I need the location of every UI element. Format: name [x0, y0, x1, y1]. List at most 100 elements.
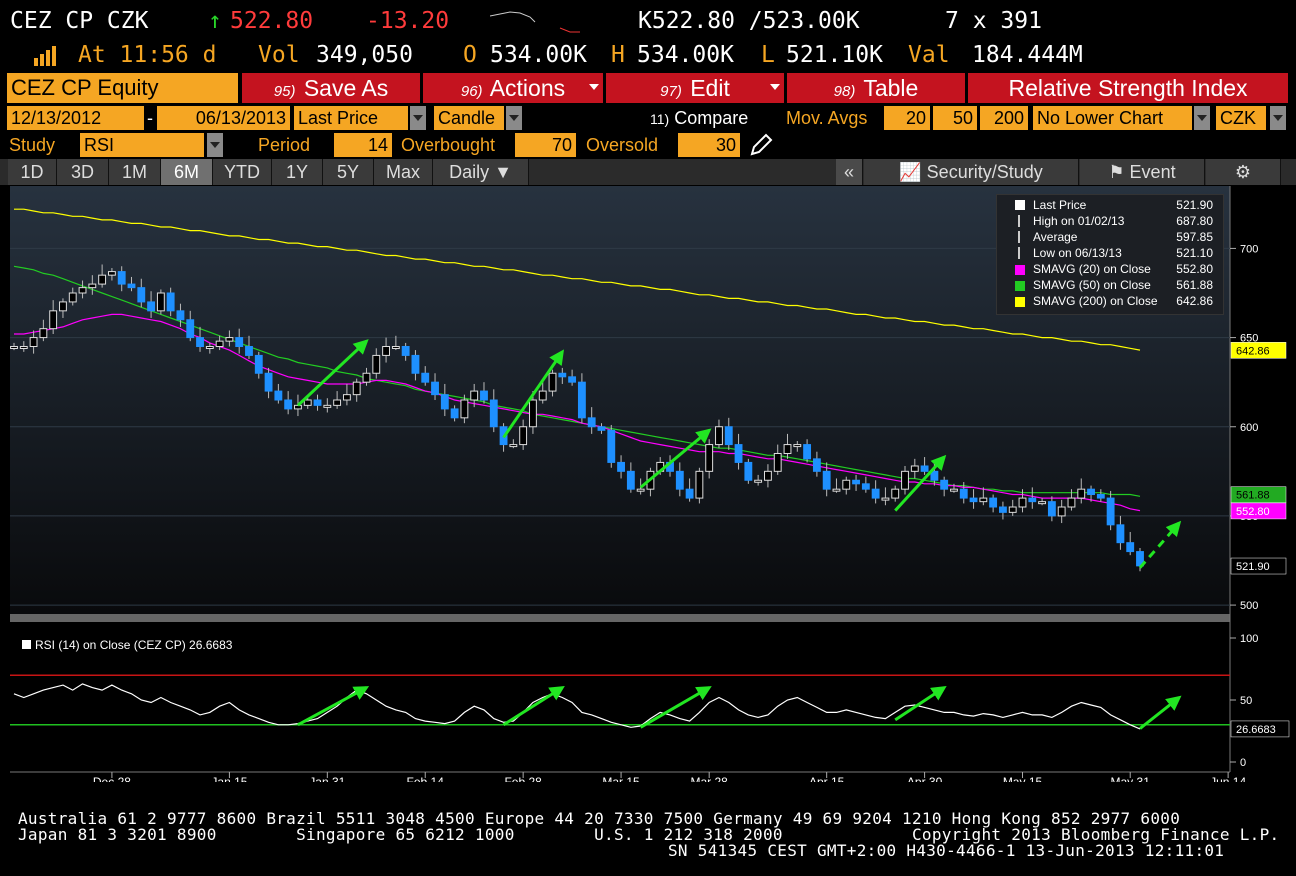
sma20-tag-label: 552.80 — [1236, 506, 1270, 518]
footer-line-3: SN 541345 CEST GMT+2:00 H430-4466-1 13-J… — [668, 841, 1225, 860]
candle — [88, 283, 97, 289]
last-price: 522.80 — [230, 8, 314, 34]
pencil-icon[interactable] — [748, 132, 774, 158]
actions-button[interactable]: 96) Actions — [423, 73, 603, 103]
candle — [342, 394, 351, 401]
save-as-button[interactable]: 95) Save As — [242, 73, 420, 103]
ma-period-3[interactable]: 200 — [980, 106, 1028, 130]
candle — [832, 488, 841, 492]
candle — [440, 394, 449, 410]
candle — [391, 346, 400, 349]
compare-button[interactable]: 11) Compare — [650, 106, 748, 131]
tab-5y[interactable]: 5Y — [323, 159, 374, 185]
frequency-select[interactable]: Daily ▼ — [433, 159, 529, 185]
candle — [107, 271, 116, 276]
study-dropdown-icon[interactable] — [207, 133, 223, 157]
edit-button[interactable]: 97) Edit — [606, 73, 784, 103]
period-field[interactable]: 14 — [334, 133, 392, 157]
candle — [450, 408, 459, 419]
rsi-tag-label: 26.6683 — [1236, 724, 1276, 736]
candle — [137, 287, 146, 303]
candle — [910, 465, 919, 472]
legend-swatch — [1015, 281, 1025, 291]
period-label: Period — [258, 135, 311, 155]
price-field-select[interactable]: Last Price — [294, 106, 408, 130]
low-label: L — [761, 42, 775, 68]
date-tick-label: Feb 14 — [407, 775, 445, 782]
rsi-legend-swatch — [22, 640, 31, 649]
date-tick-label: Jan 15 — [211, 775, 247, 782]
currency-select[interactable]: CZK — [1216, 106, 1266, 130]
candle — [626, 470, 635, 490]
legend-value: 687.80 — [1176, 214, 1213, 228]
legend-swatch — [1018, 215, 1020, 227]
candle — [68, 292, 77, 303]
candle — [1028, 497, 1037, 503]
candle — [773, 453, 782, 472]
tab-ytd[interactable]: YTD — [213, 159, 272, 185]
currency-dropdown-icon[interactable] — [1270, 106, 1286, 130]
legend-swatch — [1015, 297, 1025, 307]
lower-chart-select[interactable]: No Lower Chart — [1033, 106, 1192, 130]
date-tick-label: Jun 14 — [1210, 775, 1246, 782]
candle — [529, 399, 537, 428]
candle — [215, 340, 224, 347]
candle — [568, 376, 577, 383]
candle — [822, 470, 831, 490]
table-button[interactable]: 98) Table — [787, 73, 965, 103]
candle — [411, 354, 420, 374]
end-date-field[interactable]: 06/13/2013 — [157, 106, 290, 130]
ma-period-1[interactable]: 20 — [884, 106, 930, 130]
tab-6m[interactable]: 6M — [161, 159, 213, 185]
oversold-field[interactable]: 30 — [678, 133, 740, 157]
tab-1m[interactable]: 1M — [109, 159, 161, 185]
legend-box[interactable]: Last Price 521.90 High on 01/02/13 687.80 Av… — [996, 194, 1224, 315]
chart-style-select[interactable]: Candle — [434, 106, 504, 130]
ticker-name: CEZ CP CZK — [10, 8, 149, 34]
candle — [460, 399, 469, 419]
tab-3d[interactable]: 3D — [57, 159, 109, 185]
candle — [617, 461, 625, 472]
event-button[interactable]: ⚑ Event — [1080, 159, 1205, 185]
mov-avgs-label: Mov. Avgs — [786, 108, 868, 128]
table-shortcut: 98) — [833, 83, 856, 100]
legend-value: 561.88 — [1176, 278, 1213, 292]
tab-max[interactable]: Max — [374, 159, 433, 185]
candle — [803, 444, 812, 460]
candle — [176, 310, 185, 321]
value-traded: 184.444M — [972, 42, 1083, 68]
candle — [793, 444, 802, 448]
start-date-field[interactable]: 12/13/2012 — [7, 106, 144, 130]
legend-value: 597.85 — [1176, 230, 1213, 244]
chart-line-icon: 📈 — [899, 162, 927, 182]
chart-style-dropdown-icon[interactable] — [506, 106, 522, 130]
candle — [431, 381, 439, 396]
actions-label: Actions — [489, 75, 566, 101]
settings-gear-icon[interactable]: ⚙ — [1206, 159, 1281, 185]
date-range-dash: - — [147, 108, 153, 128]
value-label: Val — [908, 42, 950, 68]
lower-chart-dropdown-icon[interactable] — [1194, 106, 1210, 130]
candle — [401, 346, 410, 356]
legend-row: Low on 06/13/13 521.10 — [1001, 246, 1219, 262]
rsi-tick-label: 0 — [1240, 757, 1246, 769]
candle — [186, 319, 195, 339]
candle — [294, 404, 302, 410]
date-tick-label: Mar 28 — [691, 775, 729, 782]
security-field[interactable]: CEZ CP Equity — [7, 73, 238, 103]
rsi-legend: RSI (14) on Close (CEZ CP) 26.6683 — [22, 638, 232, 652]
security-study-button[interactable]: 📈 Security/Study — [864, 159, 1079, 185]
date-tick-label: Dec 28 — [93, 775, 131, 782]
ma-period-2[interactable]: 50 — [933, 106, 977, 130]
overbought-field[interactable]: 70 — [515, 133, 576, 157]
legend-swatch — [1018, 247, 1020, 259]
date-tick-label: Apr 30 — [907, 775, 943, 782]
collapse-button[interactable]: « — [836, 159, 863, 185]
tab-1y[interactable]: 1Y — [272, 159, 323, 185]
legend-label: Last Price — [1033, 198, 1087, 212]
tab-1d[interactable]: 1D — [8, 159, 57, 185]
price-field-dropdown-icon[interactable] — [410, 106, 426, 130]
price-tags: 642.86 561.88 552.80 521.90 26.6683 — [1230, 342, 1290, 738]
candle — [39, 328, 48, 339]
study-select[interactable]: RSI — [80, 133, 204, 157]
